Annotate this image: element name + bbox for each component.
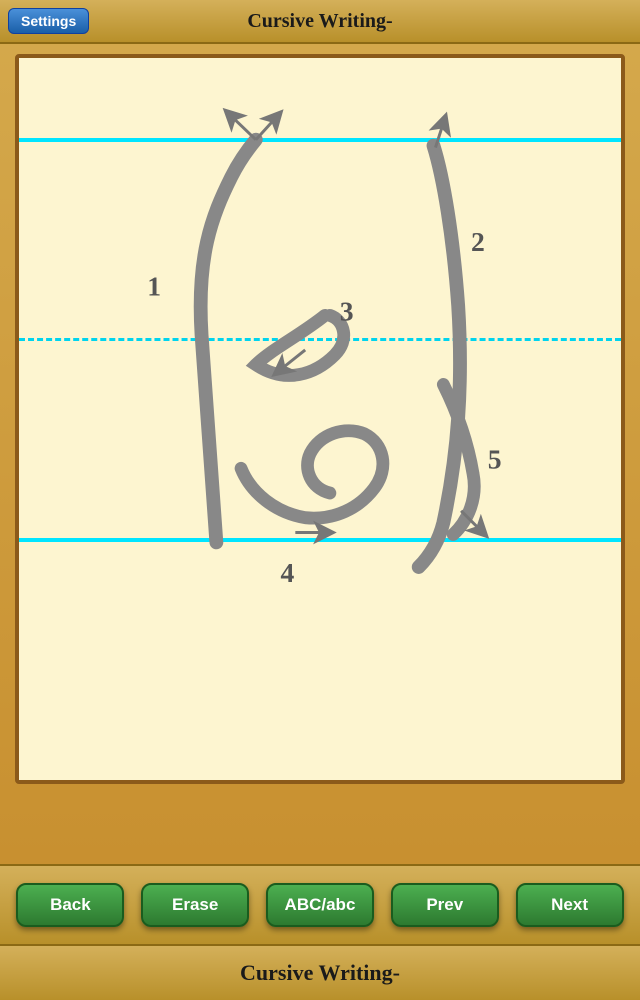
main-content-area: 1 2 3 4 5 (0, 44, 640, 864)
bottom-title-bar: Cursive Writing- (0, 944, 640, 1000)
erase-button[interactable]: Erase (141, 883, 249, 927)
stroke-1-label: 1 (147, 271, 161, 302)
stroke-3-label: 3 (340, 295, 354, 326)
next-button[interactable]: Next (516, 883, 624, 927)
stroke-4-label: 4 (281, 557, 295, 588)
top-navigation-bar: Settings Cursive Writing- (0, 0, 640, 44)
bottom-button-bar: Back Erase ABC/abc Prev Next (0, 864, 640, 944)
back-button[interactable]: Back (16, 883, 124, 927)
footer-title: Cursive Writing- (240, 960, 400, 986)
stroke-2-label: 2 (471, 226, 485, 257)
prev-button[interactable]: Prev (391, 883, 499, 927)
letter-diagram: 1 2 3 4 5 (19, 58, 621, 780)
writing-canvas[interactable]: 1 2 3 4 5 (15, 54, 625, 784)
settings-button[interactable]: Settings (8, 8, 89, 34)
page-title: Cursive Writing- (247, 10, 392, 33)
abc-button[interactable]: ABC/abc (266, 883, 374, 927)
stroke-5-label: 5 (488, 443, 502, 474)
